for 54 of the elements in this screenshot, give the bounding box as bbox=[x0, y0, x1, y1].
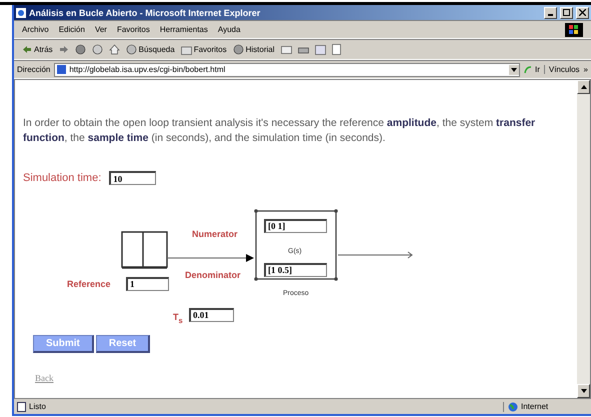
scroll-up-icon bbox=[580, 85, 586, 89]
menu-item[interactable]: Ver bbox=[94, 25, 107, 34]
toolbar-button[interactable]: Atrás bbox=[22, 45, 53, 54]
menu-item[interactable]: Favoritos bbox=[116, 25, 150, 34]
mail-icon[interactable] bbox=[280, 44, 292, 54]
maximize-icon bbox=[563, 9, 570, 16]
edit-icon[interactable] bbox=[314, 44, 326, 54]
toolbar-button[interactable]: Favoritos bbox=[180, 44, 227, 54]
windows-logo bbox=[565, 22, 583, 36]
page-icon[interactable] bbox=[332, 44, 341, 55]
scroll-down-icon bbox=[580, 389, 586, 393]
reference-field[interactable]: 1 bbox=[126, 276, 169, 290]
denominator-label: Denominator bbox=[185, 270, 241, 280]
globe-icon bbox=[508, 402, 518, 412]
intro-paragraph: In order to obtain the open loop transient analysis it's necessary the reference amplitude, the system transfer function, the sample time (in seconds), and the simulation time (in seconds). bbox=[23, 116, 536, 146]
printer-icon[interactable] bbox=[298, 44, 309, 54]
minimize-button[interactable] bbox=[544, 6, 557, 18]
window-title: Análisis en Bucle Abierto - Microsoft Internet Explorer bbox=[29, 8, 262, 18]
menu-item[interactable]: Ayuda bbox=[218, 25, 240, 34]
simulation-time-label: Simulation time: bbox=[23, 172, 102, 184]
links-label[interactable]: Vínculos bbox=[544, 65, 580, 74]
browser-icon bbox=[16, 8, 26, 18]
menu-item[interactable]: Archivo bbox=[22, 25, 49, 34]
denominator-field[interactable]: [1 0.5] bbox=[264, 262, 327, 276]
numerator-field[interactable]: [0 1] bbox=[264, 218, 327, 232]
toolbar-button[interactable]: Historial bbox=[232, 44, 275, 55]
stop-icon[interactable] bbox=[74, 44, 86, 55]
more-chevron[interactable]: » bbox=[584, 65, 588, 74]
status-text: Listo bbox=[29, 402, 47, 411]
step-block bbox=[121, 231, 168, 270]
maximize-button[interactable] bbox=[560, 6, 573, 18]
zone-text: Internet bbox=[521, 402, 548, 411]
simulation-time-field[interactable]: 10 bbox=[109, 171, 156, 185]
close-icon bbox=[579, 9, 586, 16]
back-arrow-icon bbox=[22, 45, 32, 54]
forward-arrow-icon[interactable] bbox=[58, 45, 69, 54]
numerator-label: Numerator bbox=[192, 229, 238, 239]
page-icon bbox=[57, 65, 66, 74]
dropdown-button[interactable] bbox=[508, 64, 519, 74]
toolbar-button[interactable]: Búsqueda bbox=[126, 44, 175, 55]
address-field[interactable]: http://globelab.isa.upv.es/cgi-bin/bobert.html bbox=[54, 62, 520, 76]
go-button[interactable]: Ir bbox=[524, 65, 540, 74]
menu-item[interactable]: Herramientas bbox=[160, 25, 208, 34]
address-label: Dirección bbox=[17, 65, 50, 74]
sample-time-label: T$_{s}$ bbox=[173, 312, 183, 322]
sample-time-field[interactable]: 0.01 bbox=[189, 308, 234, 322]
page-icon bbox=[17, 402, 26, 412]
scrollbar[interactable] bbox=[577, 80, 590, 398]
home-icon[interactable] bbox=[108, 44, 120, 55]
close-button[interactable] bbox=[576, 6, 589, 18]
reference-label: Reference bbox=[67, 279, 111, 289]
menu-item[interactable]: Edición bbox=[58, 25, 85, 34]
folder-icon bbox=[180, 44, 192, 54]
caret-icon bbox=[510, 68, 517, 72]
